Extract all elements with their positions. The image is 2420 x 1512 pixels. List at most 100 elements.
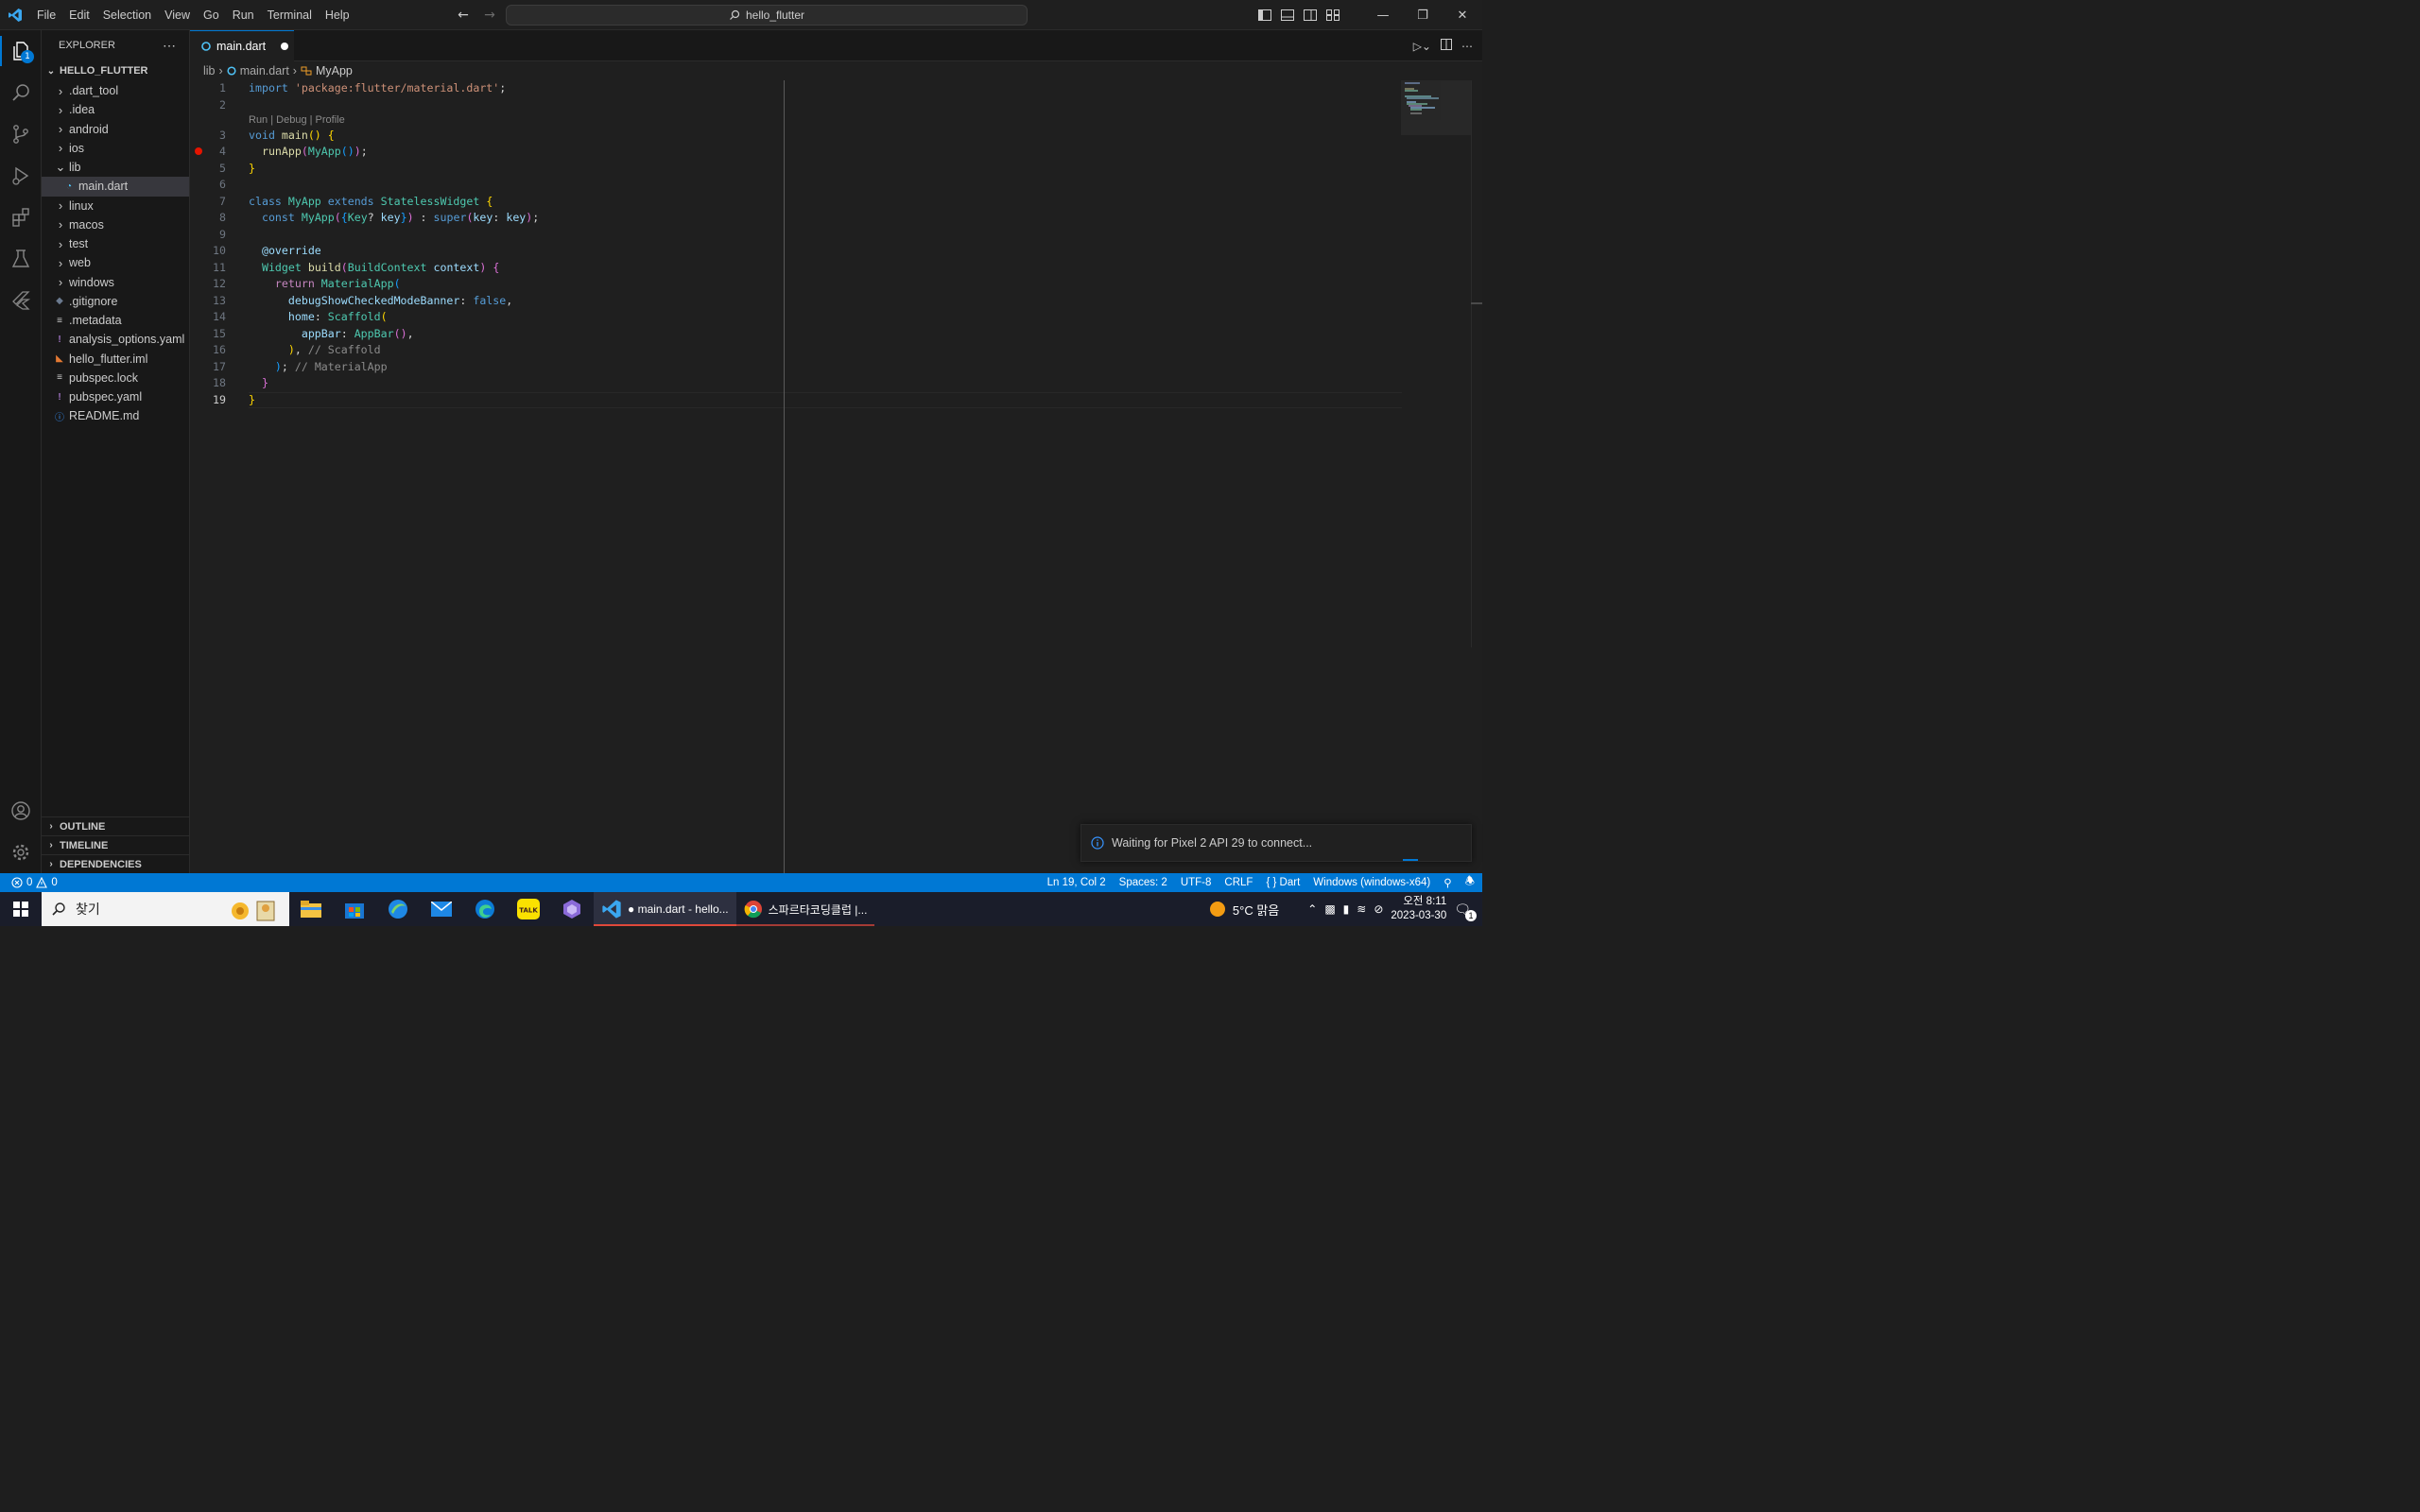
edge-browser-icon[interactable]: [463, 892, 507, 926]
breadcrumb-file[interactable]: main.dart: [240, 64, 289, 77]
taskbar-vscode-window[interactable]: ● main.dart - hello...: [594, 892, 736, 926]
app-swirl-icon[interactable]: [376, 892, 420, 926]
mail-icon[interactable]: [420, 892, 463, 926]
customize-layout-icon[interactable]: [1322, 4, 1344, 26]
explorer-item[interactable]: ⓘ README.md: [42, 406, 189, 425]
minimap[interactable]: [1401, 80, 1471, 135]
explorer-item[interactable]: › .idea: [42, 100, 189, 119]
explorer-item[interactable]: › macos: [42, 215, 189, 234]
breadcrumb-lib[interactable]: lib: [203, 64, 216, 77]
timeline-section[interactable]: › TIMELINE: [42, 835, 189, 854]
problems-indicator[interactable]: 0 0: [0, 877, 58, 888]
file-explorer-icon[interactable]: [289, 892, 333, 926]
tab-main-dart[interactable]: main.dart: [190, 30, 294, 61]
info-file-icon: ⓘ: [55, 412, 64, 423]
flutter-icon[interactable]: [0, 280, 42, 321]
taskbar-chrome-window[interactable]: 스파르타코딩클럽 |...: [735, 892, 875, 926]
testing-icon[interactable]: [0, 238, 42, 280]
feedback-icon[interactable]: ⚲: [1443, 876, 1451, 889]
breakpoint-icon[interactable]: [195, 147, 202, 155]
chevron-up-icon[interactable]: ⌃: [1307, 902, 1317, 916]
minimize-icon[interactable]: —: [1363, 0, 1403, 30]
explorer-item[interactable]: ◔ main.dart: [42, 177, 189, 197]
menu-terminal[interactable]: Terminal: [261, 0, 319, 30]
breadcrumb-symbol[interactable]: MyApp: [316, 64, 353, 77]
cursor-position[interactable]: Ln 19, Col 2: [1047, 877, 1106, 888]
split-editor-icon[interactable]: [1441, 39, 1452, 53]
volume-muted-icon[interactable]: ⊘: [1374, 902, 1383, 916]
toggle-panel-icon[interactable]: [1276, 4, 1299, 26]
explorer-item[interactable]: › ios: [42, 139, 189, 158]
explorer-item[interactable]: › windows: [42, 273, 189, 292]
outline-section[interactable]: › OUTLINE: [42, 816, 189, 835]
code-text[interactable]: import 'package:flutter/material.dart'; …: [249, 80, 1402, 873]
explorer-item-label: main.dart: [78, 180, 129, 194]
weather-text[interactable]: 5°C 맑음: [1233, 901, 1279, 919]
restore-icon[interactable]: ❐: [1403, 0, 1443, 30]
close-icon[interactable]: ✕: [1443, 0, 1482, 30]
explorer-item-label: .gitignore: [69, 294, 118, 308]
explorer-item[interactable]: ! analysis_options.yaml: [42, 330, 189, 349]
end-of-line[interactable]: CRLF: [1224, 877, 1253, 888]
source-control-icon[interactable]: [0, 113, 42, 155]
notification-toast[interactable]: Waiting for Pixel 2 API 29 to connect...: [1080, 824, 1472, 862]
notifications-bell-icon[interactable]: 🕭: [1465, 874, 1475, 892]
run-debug-icon[interactable]: [0, 155, 42, 197]
more-actions-icon[interactable]: ⋯: [163, 38, 176, 54]
status-bar: 0 0 Ln 19, Col 2 Spaces: 2 UTF-8 CRLF { …: [0, 873, 1482, 892]
dependencies-section[interactable]: › DEPENDENCIES: [42, 854, 189, 873]
encoding[interactable]: UTF-8: [1181, 877, 1212, 888]
menu-edit[interactable]: Edit: [62, 0, 96, 30]
explorer-item[interactable]: › .dart_tool: [42, 81, 189, 100]
battery-icon[interactable]: ▮: [1343, 902, 1350, 916]
flutter-device[interactable]: Windows (windows-x64): [1313, 877, 1430, 888]
menu-run[interactable]: Run: [226, 0, 261, 30]
explorer-item[interactable]: › web: [42, 253, 189, 272]
explorer-icon[interactable]: 1: [0, 30, 42, 72]
settings-gear-icon[interactable]: [0, 832, 42, 873]
menu-selection[interactable]: Selection: [96, 0, 158, 30]
explorer-item[interactable]: › android: [42, 120, 189, 139]
taskbar-search[interactable]: 찾기: [42, 892, 289, 926]
toggle-primary-sidebar-icon[interactable]: [1253, 4, 1276, 26]
tray-device-icon[interactable]: ▩: [1324, 902, 1335, 916]
explorer-item[interactable]: ≡ pubspec.lock: [42, 369, 189, 387]
forward-arrow-icon[interactable]: →: [480, 8, 499, 23]
back-arrow-icon[interactable]: ←: [454, 8, 473, 23]
language-mode[interactable]: { } Dart: [1266, 877, 1300, 888]
menu-help[interactable]: Help: [319, 0, 356, 30]
explorer-item[interactable]: ◆ .gitignore: [42, 292, 189, 311]
menu-file[interactable]: File: [30, 0, 62, 30]
explorer-item[interactable]: ⌄ lib: [42, 158, 189, 177]
clock[interactable]: 오전 8:11 2023-03-30: [1391, 895, 1446, 923]
accounts-icon[interactable]: [0, 790, 42, 832]
kakaotalk-icon[interactable]: TALK: [507, 892, 550, 926]
explorer-item[interactable]: › test: [42, 234, 189, 253]
command-center[interactable]: hello_flutter: [506, 5, 1028, 26]
microsoft-store-icon[interactable]: [333, 892, 376, 926]
vertical-scrollbar[interactable]: [1471, 80, 1482, 647]
code-editor[interactable]: 1 2 3 4 5 6 7 8 9 10 11 12 13 14 15 16 1…: [190, 80, 1482, 873]
explorer-item[interactable]: › linux: [42, 197, 189, 215]
windows-start-icon[interactable]: [0, 892, 42, 926]
weather-sun-icon[interactable]: [1209, 902, 1225, 917]
indentation[interactable]: Spaces: 2: [1119, 877, 1167, 888]
explorer-item[interactable]: ≡ .metadata: [42, 311, 189, 330]
copilot-app-icon[interactable]: [550, 892, 594, 926]
menu-view[interactable]: View: [158, 0, 197, 30]
outline-label: OUTLINE: [60, 820, 106, 833]
editor-more-icon[interactable]: ⋯: [1461, 40, 1473, 53]
search-view-icon[interactable]: [0, 72, 42, 113]
workspace-root[interactable]: ⌄ HELLO_FLUTTER: [42, 60, 189, 81]
toggle-secondary-sidebar-icon[interactable]: [1299, 4, 1322, 26]
wifi-icon[interactable]: ≋: [1357, 902, 1366, 916]
notification-center-icon[interactable]: 🗨 1: [1454, 902, 1477, 921]
chevron-right-icon: ›: [58, 141, 63, 156]
run-dropdown-icon[interactable]: ▷⌄: [1413, 40, 1431, 53]
codelens-run-debug-profile[interactable]: Run | Debug | Profile: [249, 114, 345, 126]
unsaved-dot-icon[interactable]: [281, 43, 289, 50]
explorer-item[interactable]: ◣ hello_flutter.iml: [42, 350, 189, 369]
explorer-item[interactable]: ! pubspec.yaml: [42, 387, 189, 406]
extensions-icon[interactable]: [0, 197, 42, 238]
menu-go[interactable]: Go: [197, 0, 226, 30]
